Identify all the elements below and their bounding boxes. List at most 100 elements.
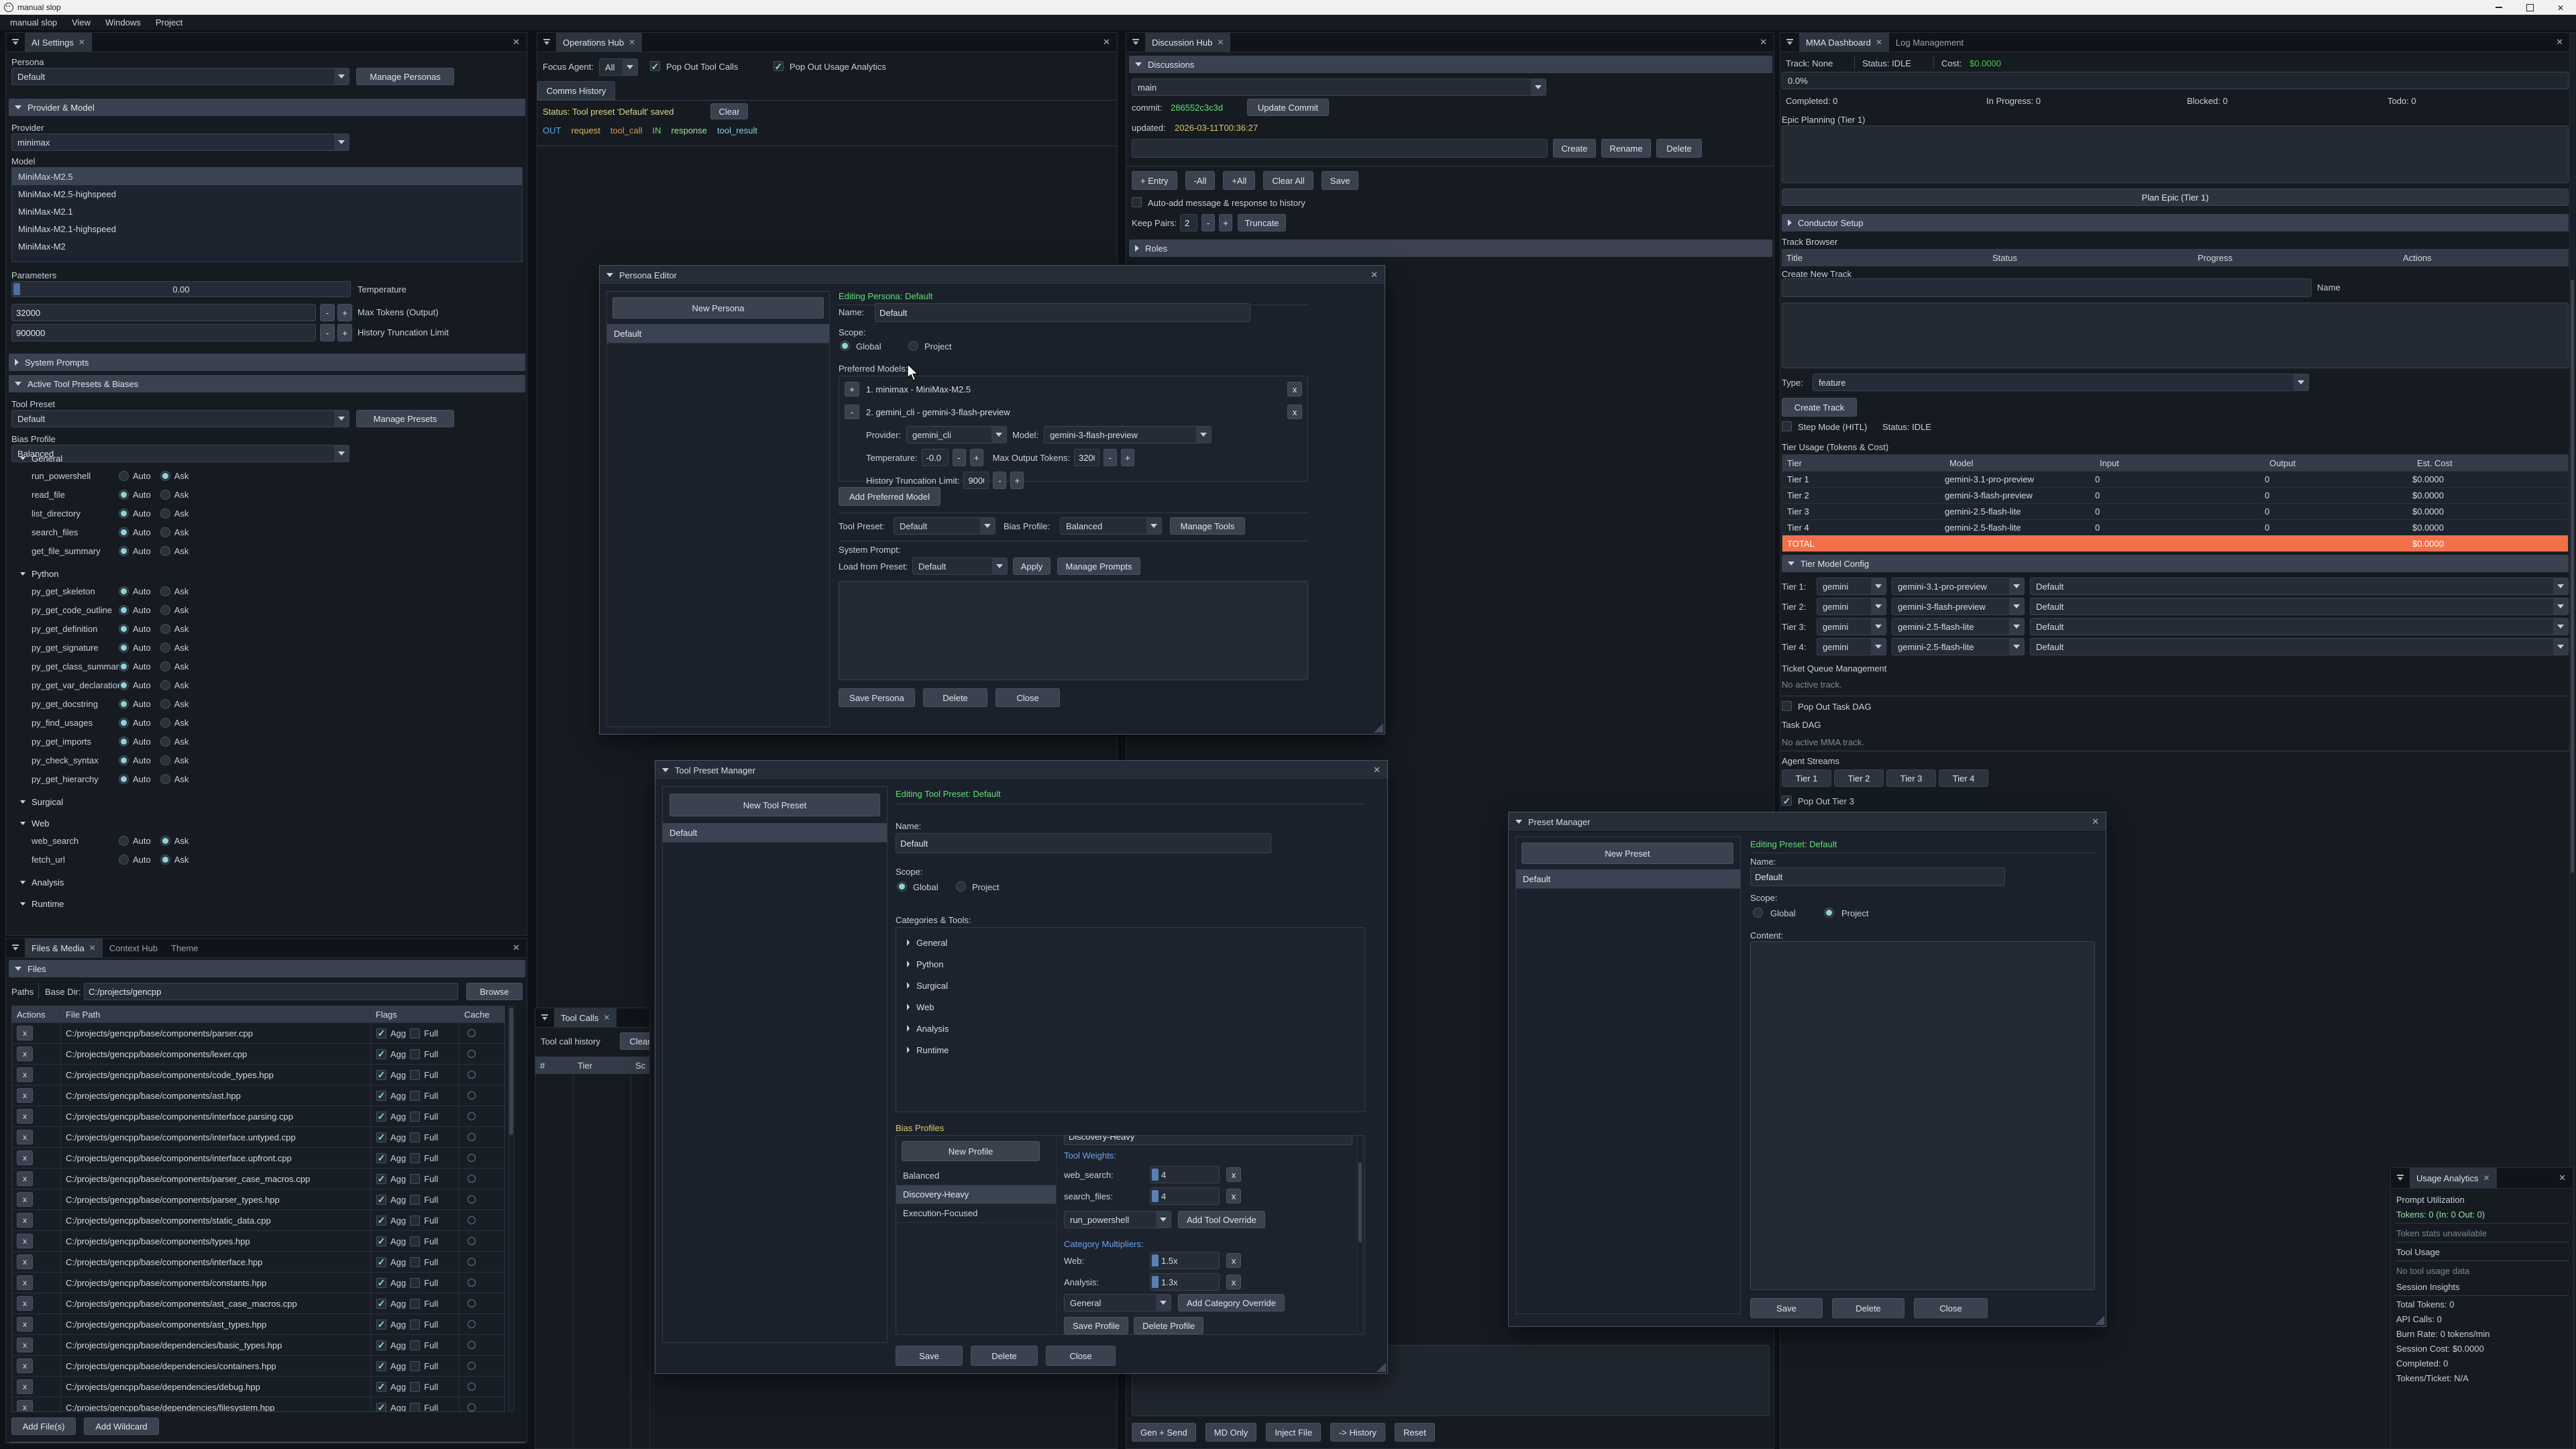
mma-tab[interactable]: MMA Dashboard [1799,33,1889,52]
persona-list-item[interactable]: Default [607,324,829,343]
add-files-button[interactable]: Add File(s) [11,1417,76,1435]
remove-file-button[interactable]: x [17,1130,33,1144]
auto-radio[interactable] [119,661,129,672]
ask-radio[interactable] [160,508,170,519]
auto-radio[interactable] [119,546,129,556]
category-row[interactable]: Python [896,953,1364,975]
scope-global-radio[interactable] [1753,908,1763,918]
ask-radio[interactable] [160,755,170,765]
dock-menu-icon[interactable] [1132,38,1141,46]
auto-radio[interactable] [119,836,129,846]
new-profile-button[interactable]: New Profile [902,1141,1040,1161]
remove-multiplier-button[interactable]: x [1226,1275,1241,1289]
full-checkbox[interactable] [410,1278,420,1288]
save-tool-preset-button[interactable]: Save [896,1346,963,1366]
preferred-model-select[interactable]: gemini-3-flash-preview [1044,426,1212,443]
tab-tool-calls[interactable]: Tool Calls [554,1008,616,1027]
remove-file-button[interactable]: x [17,1150,33,1165]
category-row[interactable]: Analysis [896,1018,1364,1039]
remove-file-button[interactable]: x [17,1296,33,1311]
delete-discussion-button[interactable]: Delete [1656,139,1702,158]
temp-decrement-button[interactable]: - [953,449,966,466]
profile-item[interactable]: Execution-Focused [896,1204,1056,1223]
tool-category-row[interactable]: Analysis [11,874,523,890]
new-persona-button[interactable]: New Persona [612,297,824,319]
temperature-slider[interactable]: 0.00 [11,281,351,297]
dock-menu-icon[interactable] [2396,1174,2406,1182]
auto-radio[interactable] [119,490,129,500]
comms-history-tab[interactable]: Comms History [537,81,615,100]
stream-tab[interactable]: Tier 2 [1834,769,1884,787]
ask-radio[interactable] [160,699,170,709]
agg-checkbox[interactable] [376,1049,386,1059]
full-checkbox[interactable] [410,1195,420,1205]
max-tokens-input[interactable] [11,304,316,321]
preset-name-input[interactable] [1750,867,2005,886]
ask-radio[interactable] [160,836,170,846]
auto-radio[interactable] [119,718,129,728]
manage-tools-button[interactable]: Manage Tools [1170,517,1245,535]
full-checkbox[interactable] [410,1382,420,1392]
delete-profile-button[interactable]: Delete Profile [1134,1317,1203,1334]
stream-tab[interactable]: Tier 1 [1782,769,1831,787]
reorder-button[interactable]: + [845,382,859,396]
save-profile-button[interactable]: Save Profile [1064,1317,1128,1334]
full-checkbox[interactable] [410,1153,420,1163]
menu-item[interactable]: manual slop [3,15,64,30]
full-checkbox[interactable] [410,1299,420,1309]
entry-button[interactable]: -All [1185,171,1216,190]
tool-category-row[interactable]: Python [11,566,523,582]
tier-model-select[interactable]: gemini-2.5-flash-lite [1892,618,2025,635]
preset-manager-titlebar[interactable]: Preset Manager [1509,812,2106,832]
persona-select[interactable]: Default [11,68,350,85]
files-section-header[interactable]: Files [9,960,525,977]
tool-override-select[interactable]: run_powershell [1064,1211,1171,1228]
system-prompts-header[interactable]: System Prompts [9,354,525,371]
add-tool-override-button[interactable]: Add Tool Override [1178,1211,1265,1228]
full-checkbox[interactable] [410,1070,420,1080]
agg-checkbox[interactable] [376,1382,386,1392]
multiplier-slider[interactable]: 1.5x [1150,1252,1220,1269]
base-dir-input[interactable] [84,983,458,1000]
entry-button[interactable]: + Entry [1132,171,1177,190]
close-button[interactable] [2545,0,2576,15]
ask-radio[interactable] [160,490,170,500]
track-type-select[interactable]: feature [1813,374,2309,391]
full-checkbox[interactable] [410,1049,420,1059]
files-tab[interactable]: Files & Media [25,938,103,957]
close-dialog-button[interactable]: Close [996,688,1060,707]
history-input[interactable] [963,472,989,489]
tier-preset-select[interactable]: Default [2030,598,2569,615]
ask-radio[interactable] [160,586,170,596]
profile-item[interactable]: Balanced [896,1167,1056,1185]
save-preset-button[interactable]: Save [1750,1298,1823,1318]
slider-handle[interactable] [1152,1276,1159,1288]
epic-planning-textarea[interactable] [1782,125,2569,183]
add-category-override-button[interactable]: Add Category Override [1178,1294,1285,1311]
delete-tool-preset-button[interactable]: Delete [971,1346,1038,1366]
weight-slider[interactable]: 4 [1150,1187,1220,1205]
preset-content-textarea[interactable] [1750,941,2095,1290]
agg-checkbox[interactable] [376,1195,386,1205]
provider-select[interactable]: minimax [11,133,350,151]
agg-checkbox[interactable] [376,1320,386,1330]
focus-agent-select[interactable]: All [599,58,638,76]
max-tokens-increment-button[interactable]: + [337,304,352,321]
full-checkbox[interactable] [410,1028,420,1038]
agg-checkbox[interactable] [376,1236,386,1246]
panel-close-icon[interactable] [2559,1173,2566,1183]
auto-radio[interactable] [119,680,129,690]
remove-file-button[interactable]: x [17,1171,33,1186]
mma-tab[interactable]: Log Management [1889,33,1970,52]
files-tab[interactable]: Theme [164,938,205,957]
entry-button[interactable]: Save [1322,171,1359,190]
tier-provider-select[interactable]: gemini [1817,578,1886,595]
slider-handle[interactable] [1152,1190,1159,1202]
agg-checkbox[interactable] [376,1340,386,1350]
tool-preset-item[interactable]: Default [663,823,887,843]
maximize-button[interactable] [2514,0,2545,15]
conductor-setup-header[interactable]: Conductor Setup [1782,214,2569,231]
manage-prompts-button[interactable]: Manage Prompts [1057,557,1140,575]
tab-close-icon[interactable] [1876,38,1882,47]
clear-status-button[interactable]: Clear [710,103,748,119]
